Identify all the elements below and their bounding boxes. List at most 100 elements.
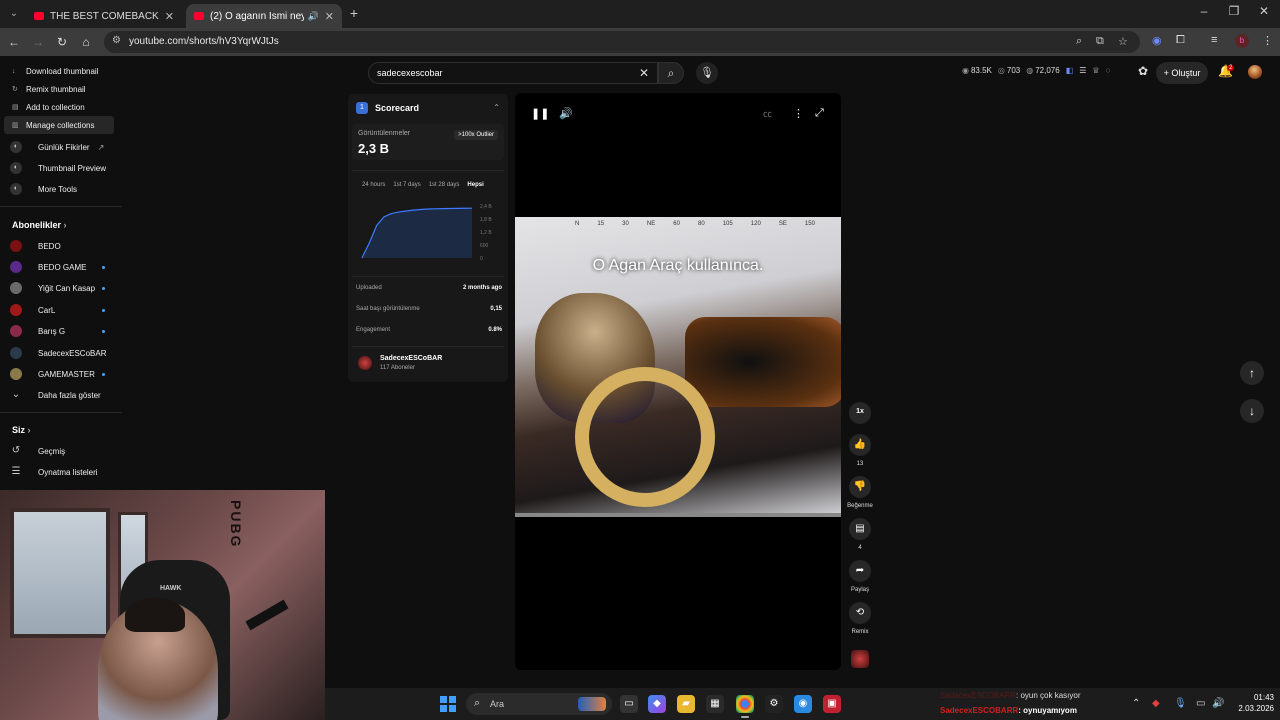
sidebar-divider [0,206,122,207]
sidebar-item-history[interactable]: ↺ Geçmiş [10,443,65,459]
shorts-video-player[interactable]: ❚❚ 🔊 ㏄ ⋮ ⤢ N 15 30 NE 60 80 105 120 SE 1… [515,93,841,670]
subscription-item[interactable]: GAMEMASTER [10,366,105,382]
volume-icon[interactable]: 🔊 [559,107,573,120]
subscription-item[interactable]: BEDO [10,238,61,254]
previous-short-button[interactable]: ↑ [1240,361,1264,385]
site-info-icon[interactable]: ⚙ [112,35,121,46]
network-icon[interactable]: ▭ [1196,698,1205,709]
channel-avatar [10,282,22,294]
extensions-puzzle-icon[interactable]: ⧠ [1176,34,1185,47]
collapse-chevron-icon[interactable]: ⌃ [493,103,500,112]
sidebar-item-thumbnail-preview[interactable]: ◐ Thumbnail Preview [10,160,106,176]
like-button[interactable]: 👍 [849,434,871,456]
playback-speed-button[interactable]: 1x [849,402,871,424]
subscription-item[interactable]: BEDO GAME [10,259,105,275]
account-avatar[interactable] [1248,65,1262,79]
minimize-icon[interactable]: – [1194,4,1214,18]
menu-item-manage-collections[interactable]: ▥ Manage collections [4,116,114,134]
list-icon[interactable]: ☰ [1079,66,1086,75]
subscription-item[interactable]: CarL [10,302,105,318]
subscription-item[interactable]: SadecexESCoBAR [10,345,106,361]
more-options-icon[interactable]: ⋮ [793,107,804,120]
sidebar-item-gunluk-fikirler[interactable]: ◐ Günlük Fikirler ↗ [10,139,104,155]
microphone-icon[interactable]: 🎙 [1174,698,1187,709]
menu-dots-icon[interactable]: ⋮ [1262,34,1273,47]
audio-playing-icon[interactable]: 🔊 [308,11,319,22]
create-label: Oluştur [1171,68,1201,78]
close-tab-icon[interactable]: ✕ [165,10,174,23]
close-tab-icon[interactable]: ✕ [325,10,334,23]
range-tab-7d[interactable]: 1st 7 days [393,182,420,188]
dislike-button[interactable]: 👎 [849,476,871,498]
search-input[interactable]: sadecexescobar ✕ [368,62,658,84]
profile-avatar[interactable]: b [1235,34,1249,48]
extension-logo-icon[interactable]: ◧ [1066,66,1074,75]
trophy-icon[interactable]: ♕ [1092,66,1099,75]
channel-avatar [10,325,22,337]
restore-icon[interactable]: ❐ [1224,4,1244,18]
metric-row-engagement: Engagement 0.8% [356,327,502,333]
subscriptions-heading[interactable]: Abonelikler › [12,220,67,230]
app-icon[interactable]: ▣ [823,695,841,713]
menu-item-download-thumbnail[interactable]: ↓ Download thumbnail [4,62,114,80]
chat-icon[interactable]: ◌ [1106,66,1111,75]
range-tab-24h[interactable]: 24 hours [362,182,385,188]
menu-item-remix-thumbnail[interactable]: ↻ Remix thumbnail [4,80,114,98]
close-window-icon[interactable]: ✕ [1254,4,1274,18]
tray-app-icon[interactable]: ◆ [1152,698,1160,709]
forward-icon[interactable]: → [30,34,46,50]
install-app-icon[interactable]: ⧉ [1096,35,1104,48]
tab-search-icon[interactable]: ⌄ [6,6,22,22]
extension-icon[interactable]: ◉ [1152,34,1162,47]
pause-icon[interactable]: ❚❚ [531,107,549,120]
steam-icon[interactable]: ⚙ [765,695,783,713]
video-caption-text: O Agan Araç kullanınca. [592,257,764,274]
volume-tray-icon[interactable]: 🔊 [1212,698,1224,709]
address-bar[interactable]: ⚙ youtube.com/shorts/hV3YqrWJtJs ⌕ ⧉ ☆ [104,31,1140,53]
sidebar-item-playlists[interactable]: ☰ Oynatma listeleri [10,464,98,480]
remix-button[interactable]: ⟲ [849,602,871,624]
channel-subscribers: 117 Aboneler [380,365,415,371]
you-heading[interactable]: Siz › [12,425,31,435]
fullscreen-icon[interactable]: ⤢ [815,107,824,120]
taskbar-search[interactable]: ⌕ Ara [466,693,612,715]
captions-icon[interactable]: ㏄ [763,107,772,120]
channel-avatar[interactable] [851,650,869,668]
reload-icon[interactable]: ↻ [54,34,70,50]
tray-overflow-icon[interactable]: ⌃ [1132,698,1140,709]
copilot-icon[interactable]: ◆ [648,695,666,713]
app-icon[interactable]: ◉ [794,695,812,713]
file-explorer-icon[interactable]: ▰ [677,695,695,713]
reading-list-icon[interactable]: ≡ [1211,34,1217,46]
back-icon[interactable]: ← [6,34,22,50]
range-tab-28d[interactable]: 1st 28 days [429,182,460,188]
task-view-icon[interactable]: ▭ [620,695,638,713]
create-button[interactable]: + Oluştur [1156,62,1208,84]
external-link-icon: ↗ [97,142,105,152]
y-tick-label: 1,2 B [480,230,492,236]
system-clock[interactable]: 01:43 2.03.2026 [1228,692,1274,714]
browser-tab-2[interactable]: (2) O aganın İsmi ney? - Yo 🔊 ✕ [186,4,342,28]
zoom-icon[interactable]: ⌕ [1076,35,1082,48]
share-button[interactable]: ➦ [849,560,871,582]
search-button[interactable]: ⌕ [658,62,684,84]
bookmark-star-icon[interactable]: ☆ [1118,35,1128,48]
menu-item-add-to-collection[interactable]: ▤ Add to collection [4,98,114,116]
browser-tab-1[interactable]: THE BEST COMEBACK💀‼️ #pu ✕ [26,4,182,28]
home-icon[interactable]: ⌂ [78,34,94,50]
subscription-item[interactable]: Yiğit Can Kasap [10,280,105,296]
extension-gear-icon[interactable]: ✿ [1138,64,1148,78]
subscription-item[interactable]: Barış G [10,323,105,339]
comments-button[interactable]: ▤ [849,518,871,540]
range-tab-all[interactable]: Hepsi [467,182,483,188]
store-icon[interactable]: ▦ [706,695,724,713]
chrome-icon[interactable] [736,695,754,718]
windows-start-icon[interactable] [440,696,456,712]
voice-search-button[interactable]: 🎙 [696,62,718,84]
next-short-button[interactable]: ↓ [1240,399,1264,423]
sidebar-item-more-tools[interactable]: ◐ More Tools [10,181,77,197]
channel-card[interactable]: SadecexESCoBAR 117 Aboneler [352,352,504,378]
new-tab-button[interactable]: + [346,5,362,21]
show-more-button[interactable]: ⌄ Daha fazla göster [10,387,101,403]
clear-search-icon[interactable]: ✕ [639,66,649,80]
